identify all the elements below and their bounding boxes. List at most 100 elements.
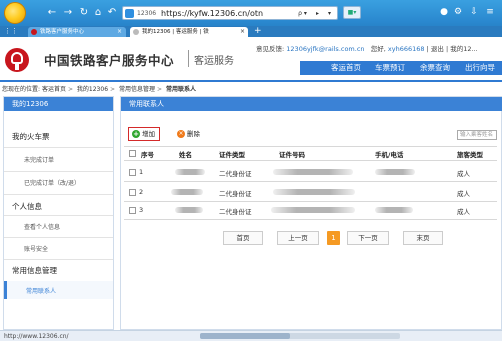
- username-link[interactable]: xyh666168: [388, 45, 425, 53]
- pager-next[interactable]: 下一页: [347, 231, 389, 245]
- pager-first[interactable]: 首页: [223, 231, 263, 245]
- address-url[interactable]: https://kyfw.12306.cn/otn: [161, 8, 263, 19]
- nav-ticket-query[interactable]: 余票查询: [420, 61, 450, 75]
- sidebar-header: 我的12306: [4, 97, 113, 111]
- back-icon[interactable]: ←: [46, 7, 58, 19]
- status-url: http://www.12306.cn/: [4, 333, 69, 340]
- header-divider: [0, 80, 502, 82]
- table-header-border: [124, 160, 497, 161]
- breadcrumb-item[interactable]: 常用信息管理: [119, 86, 155, 93]
- nav-home[interactable]: 客运首页: [331, 61, 361, 75]
- download-icon[interactable]: ⇩: [468, 6, 480, 18]
- close-icon[interactable]: ×: [117, 27, 122, 37]
- logout-link[interactable]: 退出: [431, 45, 444, 53]
- address-search-suffix[interactable]: ρ ▾: [298, 9, 307, 18]
- tab-railway-home[interactable]: 铁路客户服务中心: [28, 27, 126, 37]
- status-bar: http://www.12306.cn/: [0, 330, 502, 341]
- breadcrumb-item[interactable]: 我的12306: [77, 86, 108, 93]
- nav-booking[interactable]: 车票预订: [375, 61, 405, 75]
- redacted-name: [175, 207, 203, 213]
- main-panel: 常用联系人 + 增加 × 删除 输入乘客姓名 序号 姓名 证件类型 证件号码 手…: [120, 96, 502, 330]
- row-id-type: 二代身份证: [219, 208, 252, 216]
- tab-my12306[interactable]: 我的12306 | 客运服务 | 铁: [130, 27, 248, 37]
- close-icon[interactable]: ×: [240, 27, 245, 37]
- refresh-icon[interactable]: ↻: [78, 7, 90, 19]
- redacted-id-number: [271, 207, 355, 213]
- row-divider: [124, 219, 497, 220]
- redacted-name: [171, 189, 203, 195]
- sidebar-item-finished-orders[interactable]: 已完成订单（改/退）: [24, 178, 80, 187]
- pager-last[interactable]: 末页: [403, 231, 443, 245]
- new-tab-icon[interactable]: +: [254, 26, 262, 37]
- sidebar-section-personal[interactable]: 个人信息: [12, 201, 42, 212]
- col-passenger-type: 旅客类型: [457, 151, 483, 159]
- col-name: 姓名: [179, 151, 192, 159]
- row-divider: [124, 201, 497, 202]
- home-icon[interactable]: ⌂: [92, 7, 104, 19]
- sidebar-item-view-info[interactable]: 查看个人信息: [24, 222, 60, 231]
- title-divider: [188, 50, 189, 67]
- add-label: 增加: [142, 130, 155, 138]
- delete-button[interactable]: 删除: [187, 130, 200, 138]
- pager-current-page[interactable]: 1: [327, 231, 340, 245]
- tab-favicon: [31, 29, 37, 35]
- undo-icon[interactable]: ↶: [106, 7, 118, 19]
- sidebar: 我的12306 我的火车票 未完成订单 已完成订单（改/退） 个人信息 查看个人…: [3, 96, 114, 330]
- sidebar-divider: [4, 147, 113, 148]
- col-phone: 手机/电话: [375, 151, 404, 159]
- site-title: 中国铁路客户服务中心: [44, 53, 175, 68]
- row-checkbox[interactable]: [129, 169, 136, 176]
- sidebar-divider: [4, 215, 113, 216]
- menu-icon[interactable]: ≡: [484, 6, 496, 18]
- delete-icon[interactable]: ×: [177, 130, 185, 138]
- col-id-type: 证件类型: [219, 151, 245, 159]
- gear-icon[interactable]: ⚙: [452, 6, 464, 18]
- sidebar-section-common-info[interactable]: 常用信息管理: [12, 265, 57, 276]
- user-icon[interactable]: ●: [438, 6, 450, 18]
- rail-logo-icon[interactable]: [5, 48, 29, 72]
- row-passenger-type: 成人: [457, 208, 470, 216]
- sidebar-divider: [4, 259, 113, 260]
- row-checkbox[interactable]: [129, 207, 136, 214]
- feedback-label: 意见反馈:: [256, 45, 285, 53]
- add-button[interactable]: + 增加: [128, 127, 160, 141]
- search-input[interactable]: 输入乘客姓名: [457, 130, 497, 140]
- row-no: 1: [139, 168, 144, 176]
- row-checkbox[interactable]: [129, 189, 136, 196]
- horizontal-scrollbar[interactable]: [200, 333, 400, 339]
- nav-travel-guide[interactable]: 出行向导: [465, 61, 495, 75]
- apps-icon[interactable]: ⋮⋮: [4, 27, 18, 36]
- pager-prev[interactable]: 上一页: [277, 231, 319, 245]
- col-id-number: 证件号码: [279, 151, 305, 159]
- sidebar-section-tickets[interactable]: 我的火车票: [12, 131, 50, 142]
- redacted-phone: [375, 207, 413, 213]
- redacted-id-number: [273, 189, 355, 195]
- scrollbar-thumb[interactable]: [200, 333, 290, 339]
- site-subtitle: 客运服务: [194, 56, 234, 67]
- browser-logo-icon[interactable]: [4, 2, 26, 24]
- sidebar-divider: [4, 171, 113, 172]
- tab-label: 铁路客户服务中心: [40, 29, 85, 35]
- feedback-email[interactable]: 12306yjfk@rails.com.cn: [286, 45, 364, 53]
- forward-icon[interactable]: →: [62, 7, 74, 19]
- table-top-border: [124, 146, 497, 147]
- panel-title: 常用联系人: [121, 97, 502, 111]
- row-no: 2: [139, 188, 144, 196]
- tab-label: 我的12306 | 客运服务 | 铁: [142, 29, 209, 35]
- extension-icon[interactable]: ■▾: [343, 6, 361, 19]
- add-icon: +: [132, 130, 140, 138]
- row-id-type: 二代身份证: [219, 170, 252, 178]
- sidebar-item-account-security[interactable]: 账号安全: [24, 244, 48, 253]
- breadcrumb-prefix: 您现在的位置:: [2, 86, 41, 93]
- redacted-name: [175, 169, 205, 175]
- breadcrumb-item[interactable]: 客运首页: [42, 86, 66, 93]
- sidebar-item-unfinished-orders[interactable]: 未完成订单: [24, 155, 54, 164]
- my12306-link[interactable]: 我的12...: [450, 45, 477, 53]
- breadcrumb: 您现在的位置: 客运首页 > 我的12306 > 常用信息管理 > 常用联系人: [2, 86, 196, 93]
- address-go-icon[interactable]: ▸: [313, 9, 322, 18]
- select-all-checkbox[interactable]: [129, 150, 136, 157]
- sidebar-item-contacts[interactable]: 常用联系人: [26, 286, 56, 295]
- address-dropdown-icon[interactable]: ▾: [325, 9, 334, 18]
- tab-favicon: [133, 29, 139, 35]
- address-bar[interactable]: 12306 https://kyfw.12306.cn/otn ρ ▾ ▸ ▾: [122, 6, 338, 20]
